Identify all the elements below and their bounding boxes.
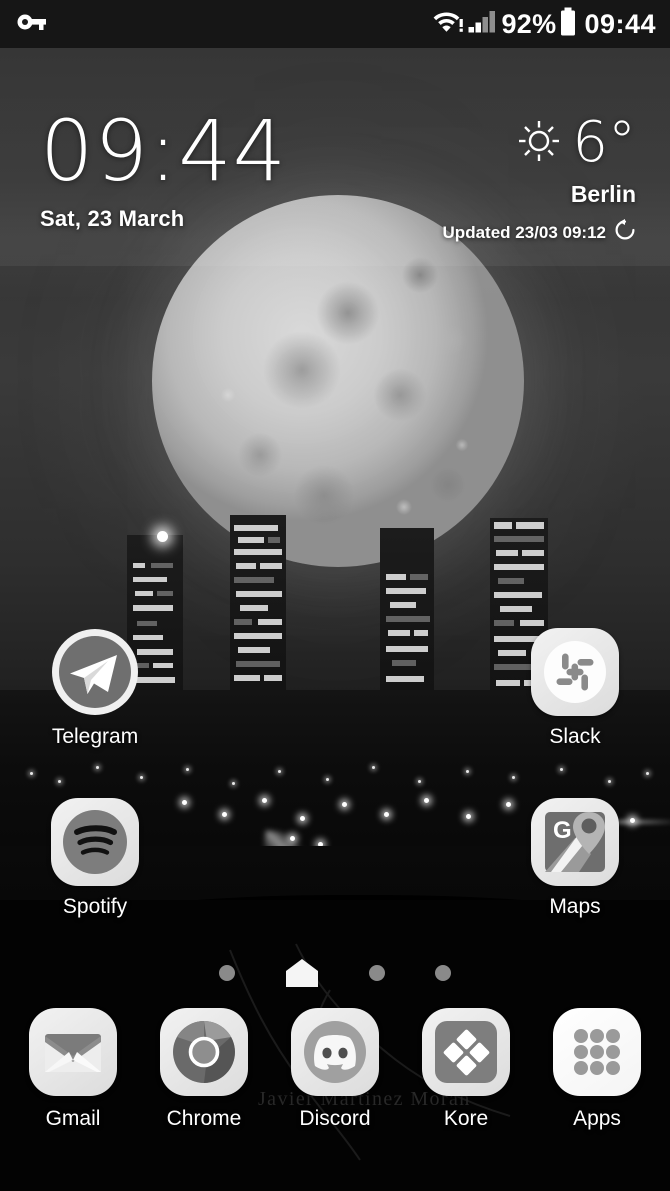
home-icon[interactable] <box>285 958 319 988</box>
refresh-icon[interactable] <box>614 219 636 246</box>
app-telegram[interactable]: Telegram <box>20 628 170 747</box>
svg-text:G: G <box>553 817 572 844</box>
app-label: Maps <box>549 895 601 918</box>
dock-app-gmail[interactable]: Gmail <box>14 1008 132 1129</box>
clock-widget[interactable]: 09:44 Sat, 23 March <box>40 102 288 232</box>
app-maps[interactable]: G Maps <box>500 798 650 917</box>
app-label: Telegram <box>51 725 139 748</box>
clock-date: Sat, 23 March <box>40 205 185 231</box>
google-maps-icon: G <box>531 798 619 886</box>
page-dot-1[interactable] <box>219 965 235 981</box>
page-dot-4[interactable] <box>435 965 451 981</box>
page-indicator <box>0 955 670 991</box>
kore-icon <box>422 1008 510 1096</box>
status-bar-right: 92% 09:44 <box>433 7 656 42</box>
gmail-icon <box>29 1008 117 1096</box>
battery-percent-label: 92% <box>501 8 557 39</box>
dock-app-label: Kore <box>443 1107 489 1130</box>
app-spotify[interactable]: Spotify <box>20 798 170 917</box>
dock-app-kore[interactable]: Kore <box>407 1008 525 1129</box>
page-dot-3[interactable] <box>369 965 385 981</box>
dock: Gmail Chrome Discord Kore Apps <box>0 1000 670 1191</box>
dock-app-apps[interactable]: Apps <box>538 1008 656 1129</box>
weather-updated-label: Updated 23/03 09:12 <box>442 222 606 242</box>
app-label: Spotify <box>62 895 128 918</box>
home-screen: Javier Martinez Moran 92% 09:44 09:44 Sa… <box>0 0 670 1191</box>
chrome-icon <box>160 1008 248 1096</box>
weather-city: Berlin <box>570 181 636 207</box>
dock-app-label: Chrome <box>166 1107 242 1130</box>
apps-grid-icon <box>553 1008 641 1096</box>
discord-icon <box>291 1008 379 1096</box>
status-bar-clock: 09:44 <box>584 8 656 39</box>
telegram-icon <box>51 628 139 716</box>
clock-time: 09:44 <box>40 102 288 200</box>
battery-icon <box>559 7 577 42</box>
weather-temperature: 6° <box>572 110 636 176</box>
wifi-no-internet-icon <box>433 9 465 40</box>
slack-icon <box>531 628 619 716</box>
dock-app-chrome[interactable]: Chrome <box>145 1008 263 1129</box>
dock-app-label: Apps <box>573 1107 621 1130</box>
dock-app-label: Gmail <box>45 1107 101 1130</box>
dock-app-discord[interactable]: Discord <box>276 1008 394 1129</box>
weather-widget[interactable]: 6° Berlin Updated 23/03 09:12 <box>442 110 636 246</box>
sun-icon <box>516 118 562 169</box>
key-icon <box>16 10 48 39</box>
app-slack[interactable]: Slack <box>500 628 650 747</box>
status-bar: 92% 09:44 <box>0 0 670 48</box>
app-label: Slack <box>549 725 601 748</box>
cellular-signal-icon <box>468 9 498 40</box>
spotify-icon <box>51 798 139 886</box>
dock-app-label: Discord <box>299 1107 371 1130</box>
